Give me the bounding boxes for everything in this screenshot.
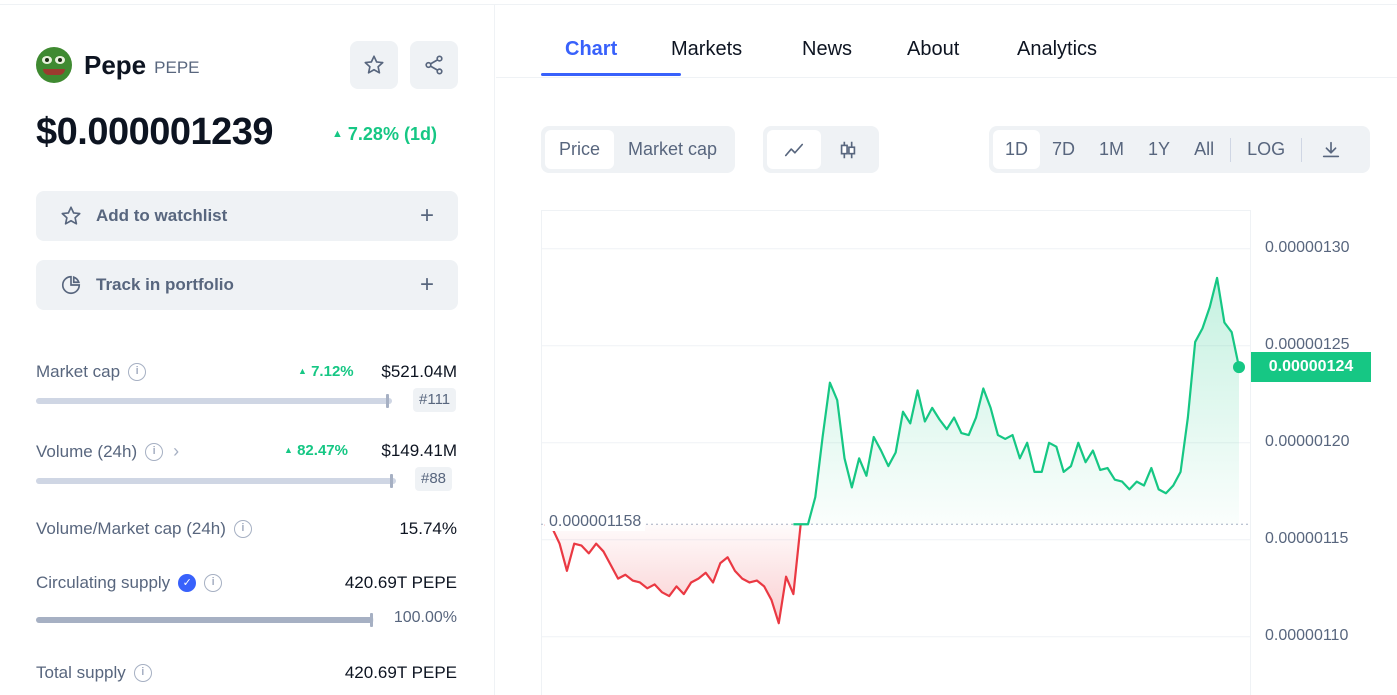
active-tab-indicator xyxy=(541,73,681,76)
plus-icon: + xyxy=(419,202,434,229)
line-chart-button[interactable] xyxy=(767,130,821,169)
market-cap-label: Market cap i xyxy=(36,362,147,382)
tab-markets[interactable]: Markets xyxy=(671,38,742,61)
add-to-watchlist-button[interactable]: Add to watchlist + xyxy=(36,191,458,241)
circulating-supply-label: Circulating supply ✓ i xyxy=(36,573,223,593)
pie-chart-icon xyxy=(61,275,81,295)
share-icon xyxy=(425,55,443,75)
circulating-supply-pct: 100.00% xyxy=(393,609,457,626)
metric-toggle: Price Market cap xyxy=(541,126,736,173)
vol-mcap-label: Volume/Market cap (24h) i xyxy=(36,519,252,539)
price-chart-svg xyxy=(541,210,1251,695)
volume-change: ▲ 82.47% xyxy=(284,442,348,459)
volume-label-text: Volume (24h) xyxy=(36,441,138,461)
candlestick-icon xyxy=(840,141,856,158)
open-price-label: 0.000001158 xyxy=(545,513,646,532)
circulating-supply-label-text: Circulating supply xyxy=(36,573,171,592)
y-tick-label: 0.00000120 xyxy=(1265,432,1350,450)
volume-rank-bar xyxy=(36,474,396,488)
track-portfolio-button[interactable]: Track in portfolio + xyxy=(36,260,458,310)
star-icon xyxy=(61,206,81,225)
tab-chart[interactable]: Chart xyxy=(565,38,617,61)
caret-up-icon: ▲ xyxy=(332,128,343,140)
info-icon[interactable]: i xyxy=(233,520,252,538)
tab-news[interactable]: News xyxy=(802,38,852,61)
coin-price: $0.000001239 xyxy=(36,111,274,153)
current-price-dot xyxy=(1233,361,1245,374)
price-chart[interactable]: 0.00000130 0.00000125 0.00000120 0.00000115… xyxy=(541,210,1397,695)
volume-label: Volume (24h) i › xyxy=(36,441,179,462)
coin-name: Pepe xyxy=(84,49,147,80)
y-tick-label: 0.00000125 xyxy=(1265,335,1350,353)
range-1d[interactable]: 1D xyxy=(993,130,1041,169)
divider xyxy=(1301,137,1303,162)
portfolio-label: Track in portfolio xyxy=(96,275,234,294)
circulating-supply-value: 420.69T PEPE xyxy=(344,573,457,592)
market-cap-rank: #111 xyxy=(413,388,457,412)
market-cap-change: ▲ 7.12% xyxy=(298,363,354,380)
download-button[interactable] xyxy=(1306,130,1356,169)
chart-style-toggle xyxy=(763,126,879,173)
market-cap-label-text: Market cap xyxy=(36,362,121,381)
volume-rank: #88 xyxy=(415,467,453,491)
y-tick-label: 0.00000130 xyxy=(1265,238,1350,256)
y-tick-label: 0.00000110 xyxy=(1265,626,1349,644)
info-icon[interactable]: i xyxy=(128,363,147,381)
divider xyxy=(1230,137,1232,162)
market-cap-change-value: 7.12% xyxy=(311,363,354,380)
info-icon[interactable]: i xyxy=(204,574,223,592)
caret-up-icon: ▲ xyxy=(284,445,293,455)
range-1m[interactable]: 1M xyxy=(1087,130,1136,169)
log-scale-button[interactable]: LOG xyxy=(1235,130,1297,169)
plus-icon: + xyxy=(419,271,434,298)
range-all[interactable]: All xyxy=(1182,130,1226,169)
tab-analytics[interactable]: Analytics xyxy=(1017,38,1097,61)
chevron-right-icon[interactable]: › xyxy=(173,441,179,462)
coin-symbol: PEPE xyxy=(154,58,200,77)
total-supply-value: 420.69T PEPE xyxy=(344,663,457,682)
range-toggle: 1D 7D 1M 1Y All LOG xyxy=(989,126,1370,173)
total-supply-label: Total supply i xyxy=(36,663,152,683)
market-cap-toggle[interactable]: Market cap xyxy=(614,130,731,169)
coin-header: Pepe PEPE xyxy=(36,47,200,83)
star-button[interactable] xyxy=(350,41,398,89)
coin-summary-panel: Pepe PEPE $0.000001239 ▲ 7.28% (1d) Add … xyxy=(0,5,495,695)
line-chart-icon xyxy=(784,143,804,156)
info-icon[interactable]: i xyxy=(133,664,152,682)
y-tick-label: 0.00000115 xyxy=(1265,529,1349,547)
tab-about[interactable]: About xyxy=(907,38,959,61)
download-icon xyxy=(1322,141,1340,157)
total-supply-label-text: Total supply xyxy=(36,663,126,682)
caret-up-icon: ▲ xyxy=(298,366,307,376)
volume-value: $149.41M xyxy=(381,441,457,460)
pepe-logo-icon xyxy=(36,47,72,83)
current-price-tag: 0.00000124 xyxy=(1251,352,1371,383)
market-cap-value: $521.04M xyxy=(381,362,457,381)
share-button[interactable] xyxy=(410,41,458,89)
candlestick-button[interactable] xyxy=(821,130,875,169)
vol-mcap-value: 15.74% xyxy=(399,519,457,538)
price-below-open-area xyxy=(545,524,801,624)
market-cap-rank-bar xyxy=(36,394,392,408)
vol-mcap-label-text: Volume/Market cap (24h) xyxy=(36,519,226,538)
price-toggle[interactable]: Price xyxy=(545,130,615,169)
range-1y[interactable]: 1Y xyxy=(1136,130,1182,169)
range-7d[interactable]: 7D xyxy=(1040,130,1087,169)
watchlist-label: Add to watchlist xyxy=(96,206,228,225)
price-change: ▲ 7.28% (1d) xyxy=(332,124,437,145)
verified-check-icon: ✓ xyxy=(178,574,197,592)
price-change-value: 7.28% (1d) xyxy=(347,124,437,144)
tab-bar: Chart Markets News About Analytics xyxy=(496,5,1397,78)
star-icon xyxy=(364,55,384,74)
circulating-supply-bar xyxy=(36,613,374,627)
info-icon[interactable]: i xyxy=(145,442,164,461)
volume-change-value: 82.47% xyxy=(297,442,348,459)
